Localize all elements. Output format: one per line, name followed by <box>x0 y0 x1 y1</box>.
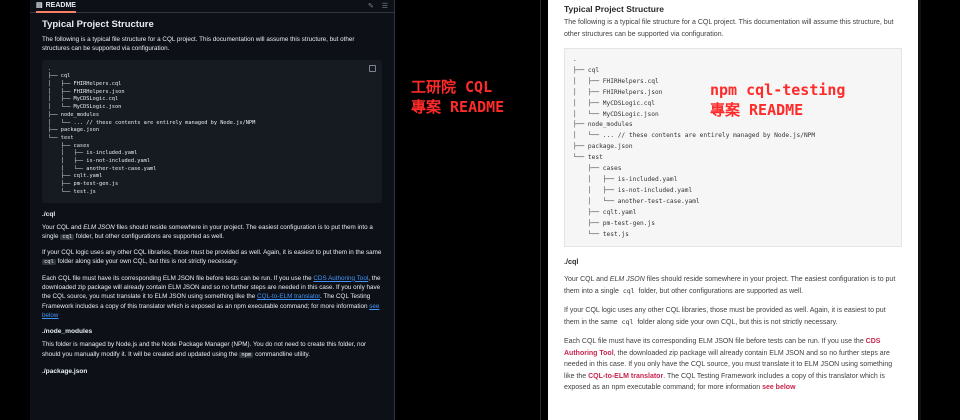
npm-link-cql-to-elm[interactable]: CQL-to-ELM translator <box>588 373 663 380</box>
node-modules-paragraph: This folder is managed by Node.js and th… <box>42 341 367 358</box>
copy-icon[interactable] <box>369 64 376 72</box>
heading-cql: ./cql <box>42 210 56 218</box>
heading-package-json: ./package.json <box>42 367 88 375</box>
file-tree: . ├── cql │ ├── FHIRHelpers.cql │ ├── FH… <box>48 65 256 195</box>
npm-cql-paragraph-3: Each CQL file must have its correspondin… <box>564 338 893 392</box>
book-icon: ▤ <box>36 2 43 9</box>
annotation-itri-cql-readme: 工研院 CQL 專案 README <box>411 78 505 116</box>
readme-content: Typical Project Structure The following … <box>30 13 394 386</box>
npm-readme-panel: Typical Project Structure The following … <box>548 0 918 420</box>
outline-list-icon[interactable]: ☰ <box>382 2 388 10</box>
link-cql-to-elm[interactable]: CQL-to-ELM translator <box>257 293 320 300</box>
npm-link-see-below[interactable]: see below <box>762 384 795 391</box>
npm-readme-content: Typical Project Structure The following … <box>548 0 918 406</box>
cql-paragraph-3: Each CQL file must have its correspondin… <box>42 274 381 319</box>
edit-pencil-icon[interactable]: ✎ <box>368 2 374 10</box>
github-readme-panel: ▤ README ✎ ☰ Typical Project Structure T… <box>30 0 395 420</box>
link-cds-authoring-tool[interactable]: CDS Authoring Tool <box>313 275 368 282</box>
cql-paragraph-1: Your CQL and ELM JSON files should resid… <box>42 223 373 240</box>
scrollbar[interactable] <box>918 0 921 420</box>
tab-readme-label: README <box>45 1 76 9</box>
readme-title: Typical Project Structure <box>42 19 154 30</box>
tab-actions: ✎ ☰ <box>368 2 388 10</box>
npm-file-tree-codeblock: . ├── cql │ ├── FHIRHelpers.cql │ ├── FH… <box>564 48 902 248</box>
npm-readme-title: Typical Project Structure <box>564 4 664 14</box>
readme-intro: The following is a typical file structur… <box>42 36 355 53</box>
annotation-npm-cql-testing-readme: npm cql-testing 專案 README <box>710 81 846 119</box>
npm-cql-paragraph-1: Your CQL and ELM JSON files should resid… <box>564 276 896 295</box>
npm-cql-paragraph-2: If your CQL logic uses any other CQL lib… <box>564 307 886 326</box>
npm-readme-intro: The following is a typical file structur… <box>564 19 894 38</box>
readme-tab-bar: ▤ README ✎ ☰ <box>30 0 394 13</box>
tab-readme[interactable]: ▤ README <box>36 0 76 13</box>
cql-paragraph-2: If your CQL logic uses any other CQL lib… <box>42 249 382 266</box>
file-tree-codeblock: . ├── cql │ ├── FHIRHelpers.cql │ ├── FH… <box>42 59 382 203</box>
heading-node-modules: ./node_modules <box>42 328 93 336</box>
panel-divider <box>540 0 541 420</box>
npm-heading-cql: ./cql <box>564 257 579 267</box>
